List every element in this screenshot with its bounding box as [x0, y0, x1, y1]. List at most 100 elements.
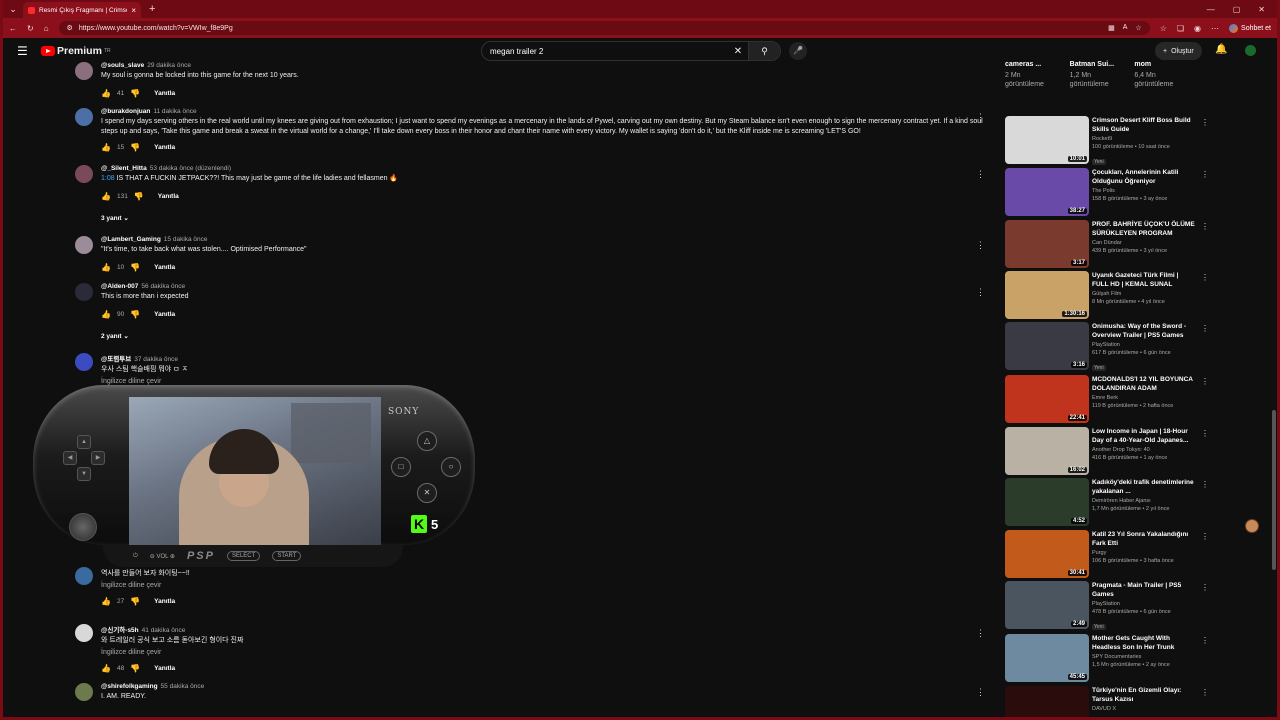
- related-video-item[interactable]: 16:02 Low Income in Japan | 18-Hour Day o…: [1005, 427, 1215, 477]
- video-thumbnail[interactable]: 16:02: [1005, 427, 1089, 475]
- like-icon[interactable]: 👍: [101, 263, 111, 272]
- translate-link[interactable]: İngilizce diline çevir: [101, 649, 995, 656]
- video-title[interactable]: Çocukları, Annelerinin Katili Olduğunu Ö…: [1092, 168, 1196, 186]
- channel-name[interactable]: PlayStation: [1092, 601, 1196, 607]
- like-icon[interactable]: 👍: [101, 310, 111, 319]
- video-menu-icon[interactable]: ⋮: [1201, 480, 1209, 489]
- comment-time[interactable]: 56 dakika önce: [141, 283, 185, 290]
- account-avatar[interactable]: [1245, 45, 1256, 56]
- channel-name[interactable]: Demirören Haber Ajansı: [1092, 498, 1196, 504]
- video-menu-icon[interactable]: ⋮: [1201, 170, 1209, 179]
- channel-name[interactable]: Can Dündar: [1092, 240, 1196, 246]
- comment-time[interactable]: 15 dakika önce: [164, 236, 208, 243]
- video-title[interactable]: Low Income in Japan | 18-Hour Day of a 4…: [1092, 427, 1196, 445]
- reply-button[interactable]: Yanıtla: [154, 144, 175, 151]
- clear-search-icon[interactable]: ✕: [728, 46, 748, 57]
- video-menu-icon[interactable]: ⋮: [1201, 688, 1209, 697]
- search-input[interactable]: megan trailer 2: [482, 47, 728, 56]
- like-icon[interactable]: 👍: [101, 664, 111, 673]
- video-timestamp-link[interactable]: 1:08: [101, 175, 115, 182]
- related-video-item[interactable]: 22:41 MCDONALDS'I 12 YIL BOYUNCA DOLANDIR…: [1005, 375, 1215, 425]
- comment-menu-icon[interactable]: ⋮: [976, 112, 985, 123]
- avatar[interactable]: [75, 283, 93, 301]
- translate-link[interactable]: İngilizce diline çevir: [101, 582, 995, 589]
- related-video-item[interactable]: 38:27 Çocukları, Annelerinin Katili Olduğ…: [1005, 168, 1215, 218]
- video-thumbnail[interactable]: 3:16: [1005, 322, 1089, 370]
- apps-icon[interactable]: ▦: [1108, 24, 1115, 32]
- short-card[interactable]: Batman Sui... 1,2 Mn görüntüleme: [1070, 60, 1121, 89]
- like-icon[interactable]: 👍: [101, 143, 111, 152]
- notifications-bell-icon[interactable]: 🔔: [1215, 44, 1227, 55]
- maximize-icon[interactable]: ▢: [1233, 5, 1241, 14]
- reply-button[interactable]: Yanıtla: [154, 90, 175, 97]
- video-menu-icon[interactable]: ⋮: [1201, 324, 1209, 333]
- new-tab-icon[interactable]: +: [149, 3, 155, 15]
- short-card[interactable]: cameras ... 2 Mn görüntüleme: [1005, 60, 1056, 89]
- comment-author[interactable]: @또렴투브: [101, 356, 131, 363]
- related-video-item[interactable]: 30:41 Katil 23 Yıl Sonra Yakalandığını Fa…: [1005, 530, 1215, 580]
- avatar[interactable]: [75, 353, 93, 371]
- reply-button[interactable]: Yanıtla: [158, 193, 179, 200]
- video-thumbnail[interactable]: 10:01: [1005, 116, 1089, 164]
- create-button[interactable]: + Oluştur: [1155, 42, 1202, 60]
- video-thumbnail[interactable]: 4:52: [1005, 478, 1089, 526]
- dislike-icon[interactable]: 👎: [130, 263, 140, 272]
- dislike-icon[interactable]: 👎: [130, 310, 140, 319]
- back-icon[interactable]: ←: [9, 24, 17, 33]
- voice-search-icon[interactable]: 🎤: [789, 42, 807, 60]
- related-video-item[interactable]: 2:49 Pragmata - Main Trailer | PS5 Games P…: [1005, 581, 1215, 631]
- video-thumbnail[interactable]: 3:17: [1005, 220, 1089, 268]
- avatar[interactable]: [75, 236, 93, 254]
- video-menu-icon[interactable]: ⋮: [1201, 532, 1209, 541]
- video-title[interactable]: Crimson Desert Kliff Boss Build Skills G…: [1092, 116, 1196, 134]
- avatar[interactable]: [75, 108, 93, 126]
- video-title[interactable]: MCDONALDS'I 12 YIL BOYUNCA DOLANDIRAN AD…: [1092, 375, 1196, 393]
- page-scrollbar[interactable]: [1272, 410, 1276, 570]
- channel-name[interactable]: SPY Documentaries: [1092, 654, 1196, 660]
- video-thumbnail[interactable]: 30:41: [1005, 530, 1089, 578]
- related-video-item[interactable]: 45:45 Mother Gets Caught With Headless So…: [1005, 634, 1215, 684]
- dislike-icon[interactable]: 👎: [134, 192, 144, 201]
- video-thumbnail[interactable]: 45:45: [1005, 634, 1089, 682]
- video-menu-icon[interactable]: ⋮: [1201, 222, 1209, 231]
- search-button[interactable]: ⚲: [748, 42, 780, 60]
- video-title[interactable]: Mother Gets Caught With Headless Son In …: [1092, 634, 1196, 652]
- like-icon[interactable]: 👍: [101, 597, 111, 606]
- hamburger-menu-icon[interactable]: ☰: [17, 44, 31, 58]
- tab-list-icon[interactable]: ⌄: [3, 4, 23, 15]
- channel-name[interactable]: Emre Berk: [1092, 395, 1196, 401]
- dislike-icon[interactable]: 👎: [130, 664, 140, 673]
- video-title[interactable]: Pragmata - Main Trailer | PS5 Games: [1092, 581, 1196, 599]
- url-field[interactable]: ⚙ https://www.youtube.com/watch?v=VWIw_f…: [58, 21, 1150, 35]
- tab-active[interactable]: Resmi Çıkış Fragmanı | Crimson D... ×: [23, 2, 141, 18]
- comment-time[interactable]: 55 dakika önce: [161, 683, 205, 690]
- translate-link[interactable]: İngilizce diline çevir: [101, 378, 995, 385]
- comment-author[interactable]: @souls_slave: [101, 62, 144, 69]
- reply-button[interactable]: Yanıtla: [154, 665, 175, 672]
- related-video-item[interactable]: Türkiye'nin En Gizemli Olayı: Tarsus Kaz…: [1005, 686, 1215, 717]
- comment-author[interactable]: @Alden-007: [101, 283, 138, 290]
- video-menu-icon[interactable]: ⋮: [1201, 583, 1209, 592]
- video-thumbnail[interactable]: 38:27: [1005, 168, 1089, 216]
- channel-name[interactable]: The Polis: [1092, 188, 1196, 194]
- minimize-icon[interactable]: —: [1207, 5, 1215, 14]
- related-video-item[interactable]: 3:17 PROF. BAHRİYE ÜÇOK'U ÖLÜME SÜRÜKLEYE…: [1005, 220, 1215, 270]
- video-title[interactable]: Türkiye'nin En Gizemli Olayı: Tarsus Kaz…: [1092, 686, 1196, 704]
- video-menu-icon[interactable]: ⋮: [1201, 273, 1209, 282]
- reply-button[interactable]: Yanıtla: [154, 264, 175, 271]
- comment-time[interactable]: 41 dakika önce: [142, 627, 186, 634]
- avatar[interactable]: [75, 62, 93, 80]
- comment-menu-icon[interactable]: ⋮: [976, 169, 985, 180]
- comment-time[interactable]: 11 dakika önce: [153, 108, 196, 115]
- comment-menu-icon[interactable]: ⋮: [976, 687, 985, 698]
- video-title[interactable]: Onimusha: Way of the Sword - Overview Tr…: [1092, 322, 1196, 340]
- video-thumbnail[interactable]: 1:30:16: [1005, 271, 1089, 319]
- copilot-chat-button[interactable]: Sohbet et: [1229, 23, 1271, 33]
- channel-name[interactable]: Purgy: [1092, 550, 1196, 556]
- related-video-item[interactable]: 10:01 Crimson Desert Kliff Boss Build Ski…: [1005, 116, 1215, 166]
- like-icon[interactable]: 👍: [101, 89, 111, 98]
- youtube-logo[interactable]: Premium TR: [41, 45, 111, 57]
- video-thumbnail[interactable]: [1005, 686, 1089, 717]
- dislike-icon[interactable]: 👎: [130, 143, 140, 152]
- comment-menu-icon[interactable]: ⋮: [976, 240, 985, 251]
